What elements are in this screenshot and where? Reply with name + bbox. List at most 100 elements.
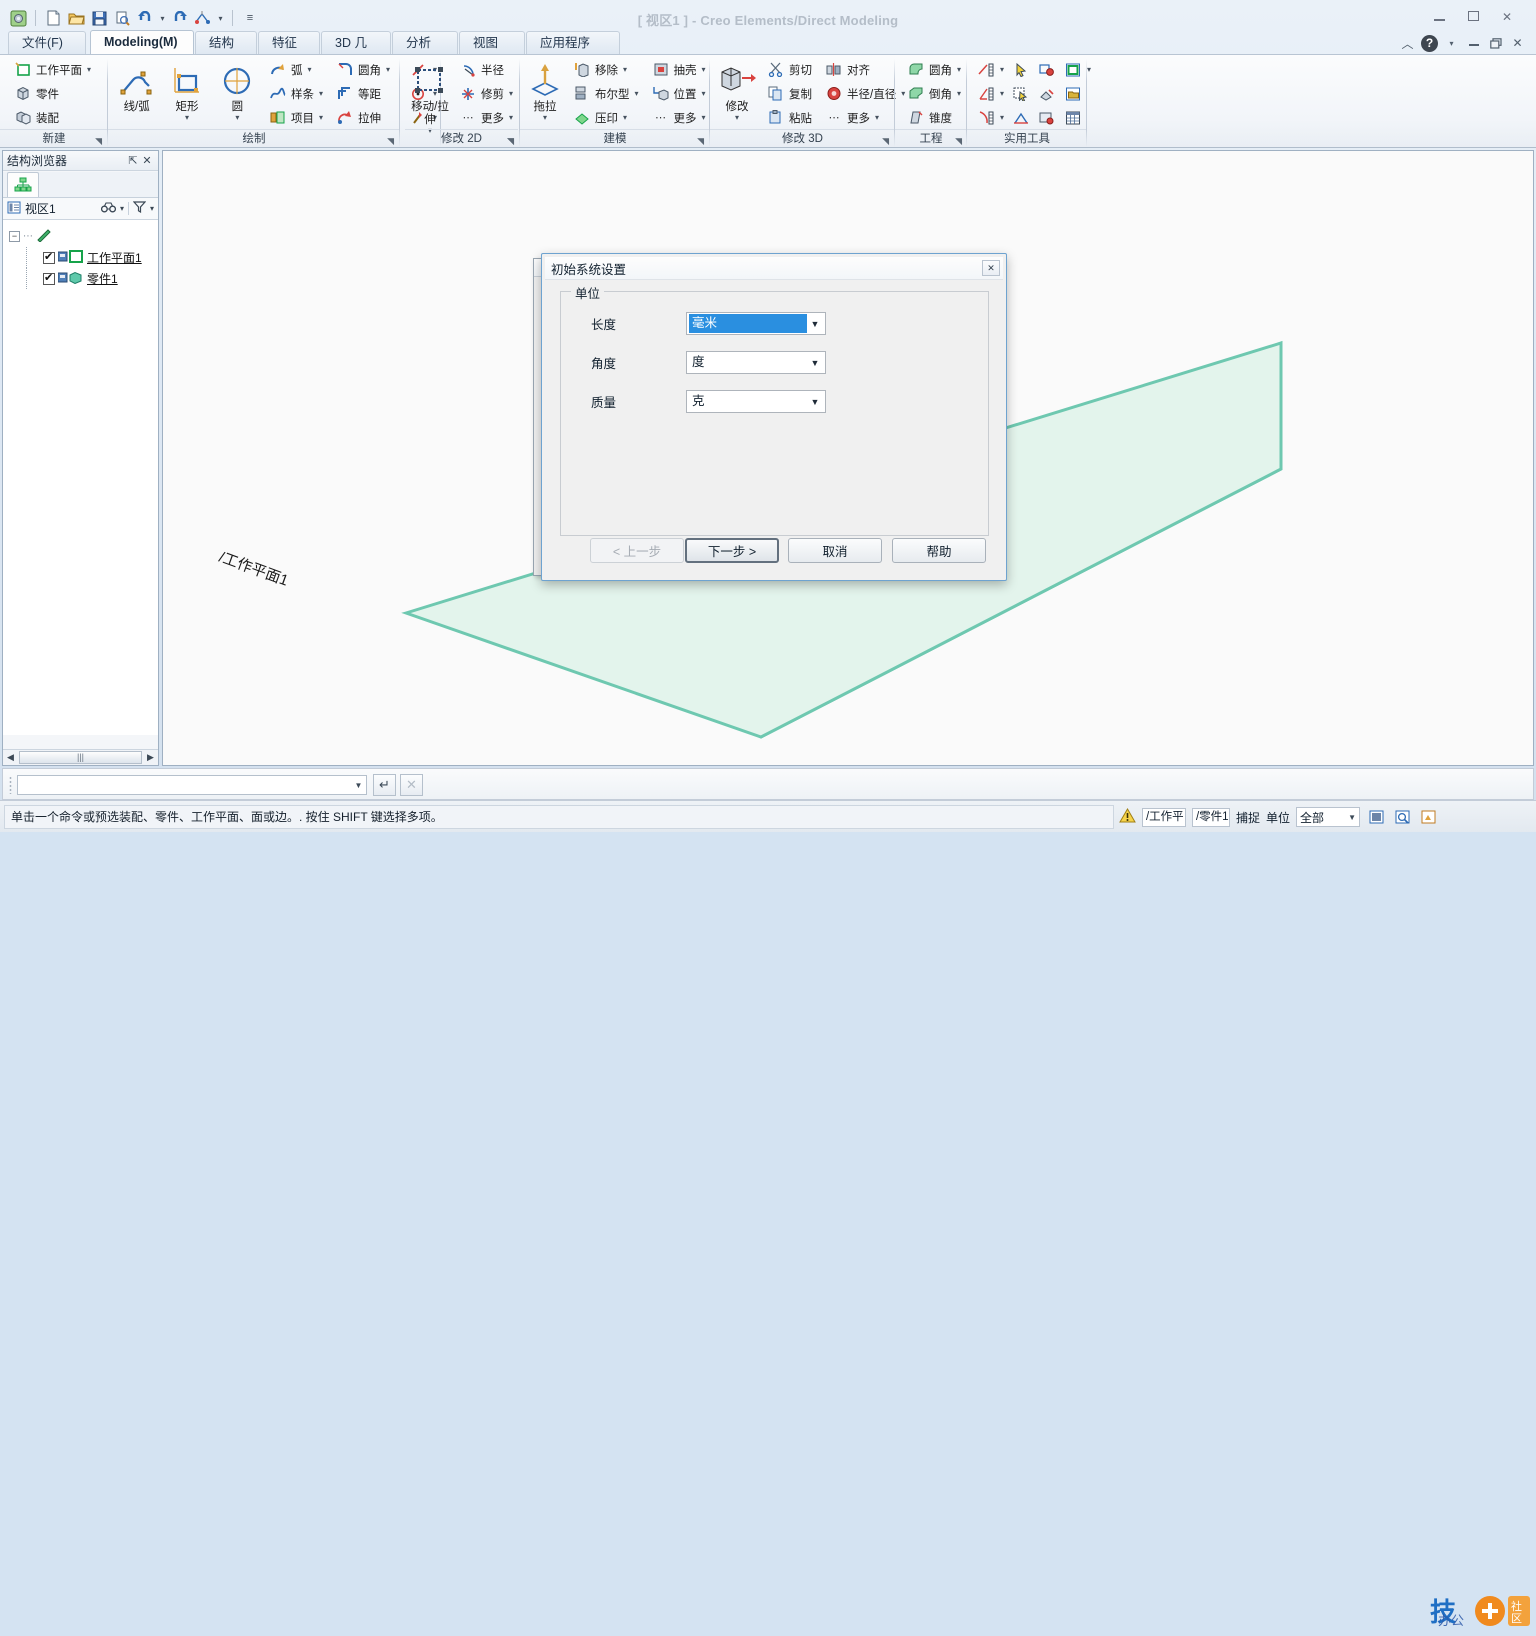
button-line-arc[interactable]: 线/弧 bbox=[114, 58, 159, 115]
button-radius-2d[interactable]: 半径 bbox=[455, 58, 517, 81]
chevron-down-icon[interactable]: ▼ bbox=[1348, 813, 1356, 822]
customize-icon[interactable]: ≡ bbox=[240, 8, 260, 28]
button-fillet-3d[interactable]: 圆角 ▾ bbox=[903, 58, 965, 81]
binoculars-icon[interactable] bbox=[100, 201, 117, 216]
tab-modeling[interactable]: Modeling(M) bbox=[90, 30, 194, 54]
tree-checkbox[interactable] bbox=[43, 250, 55, 264]
open-icon[interactable] bbox=[66, 8, 86, 28]
tab-view[interactable]: 视图(V) bbox=[459, 31, 525, 72]
button-boolean[interactable]: 布尔型 ▾ bbox=[569, 82, 643, 105]
zoom-region-icon[interactable] bbox=[1392, 807, 1412, 827]
chevron-down-icon[interactable]: ▾ bbox=[1443, 35, 1460, 52]
button-measure-distance[interactable]: ▾ bbox=[973, 58, 1008, 81]
button-assembly[interactable]: 装配 bbox=[10, 106, 95, 129]
chevron-down-icon[interactable]: ▾ bbox=[999, 65, 1004, 74]
chevron-down-icon[interactable]: ▾ bbox=[735, 114, 739, 122]
close-icon[interactable]: ✕ bbox=[140, 154, 154, 167]
chevron-down-icon[interactable]: ▾ bbox=[701, 89, 706, 98]
dialog-launcher-new[interactable]: ◥ bbox=[95, 136, 102, 147]
cancel-button[interactable]: 取消 bbox=[788, 538, 882, 563]
dialog-launcher-modify-2d[interactable]: ◥ bbox=[507, 136, 514, 147]
chevron-down-icon[interactable]: ▼ bbox=[351, 781, 366, 790]
button-extrude[interactable]: 拖拉 ▾ bbox=[526, 58, 564, 123]
undo-dropdown-icon[interactable]: ▾ bbox=[158, 8, 167, 28]
chevron-down-icon[interactable]: ▼ bbox=[807, 358, 823, 368]
angle-combobox[interactable]: 度 ▼ bbox=[686, 351, 826, 374]
chevron-down-icon[interactable]: ▾ bbox=[508, 89, 513, 98]
next-button[interactable]: 下一步 > bbox=[685, 538, 779, 563]
redo-icon[interactable] bbox=[170, 8, 190, 28]
button-offset[interactable]: 等距 bbox=[332, 82, 394, 105]
tree-root-row[interactable]: − ⋯ bbox=[9, 226, 158, 247]
status-snap-label[interactable]: 捕捉 bbox=[1236, 809, 1260, 826]
button-measure-angle[interactable]: ▾ bbox=[973, 82, 1008, 105]
child-restore-icon[interactable] bbox=[1487, 35, 1504, 52]
button-paste[interactable]: 粘贴 bbox=[763, 106, 816, 129]
chevron-down-icon[interactable]: ▾ bbox=[999, 89, 1004, 98]
dialog-launcher-engineering[interactable]: ◥ bbox=[955, 136, 962, 147]
chevron-down-icon[interactable]: ▾ bbox=[956, 89, 961, 98]
button-more-2d[interactable]: ⋯ 更多 ▾ bbox=[455, 106, 517, 129]
button-export[interactable] bbox=[1034, 82, 1060, 105]
button-chamfer[interactable]: 倒角 ▾ bbox=[903, 82, 965, 105]
length-combobox[interactable]: 毫米 ▼ bbox=[686, 312, 826, 335]
button-settings-view[interactable] bbox=[1034, 58, 1060, 81]
undo-icon[interactable] bbox=[135, 8, 155, 28]
tab-3d-geometry[interactable]: 3D 几何 bbox=[321, 31, 391, 72]
button-move-stretch[interactable]: 移动/拉伸 ▾ bbox=[410, 58, 450, 136]
tab-feature[interactable]: 特征(E) bbox=[258, 31, 320, 72]
child-close-icon[interactable]: ✕ bbox=[1509, 35, 1526, 52]
chevron-down-icon[interactable]: ▾ bbox=[318, 89, 323, 98]
tab-analysis[interactable]: 分析(Y) bbox=[392, 31, 458, 72]
dialog-launcher-draw[interactable]: ◥ bbox=[387, 136, 394, 147]
command-cancel-button[interactable]: ✕ bbox=[400, 774, 423, 796]
window-minimize-button[interactable] bbox=[1426, 10, 1452, 28]
view-options-icon[interactable] bbox=[1418, 807, 1438, 827]
tree-checkbox[interactable] bbox=[43, 271, 55, 285]
button-table[interactable] bbox=[1060, 106, 1095, 129]
chevron-down-icon[interactable]: ▾ bbox=[185, 114, 189, 122]
display-mode-icon[interactable] bbox=[1366, 807, 1386, 827]
window-maximize-button[interactable] bbox=[1460, 10, 1486, 28]
save-icon[interactable] bbox=[89, 8, 109, 28]
button-shell[interactable]: 抽壳 ▾ bbox=[648, 58, 710, 81]
back-button[interactable]: < 上一步 bbox=[590, 538, 684, 563]
button-trim[interactable]: 修剪 ▾ bbox=[455, 82, 517, 105]
app-menu-icon[interactable] bbox=[8, 8, 28, 28]
button-cut[interactable]: 剪切 bbox=[763, 58, 816, 81]
button-circle[interactable]: 圆 ▾ bbox=[215, 58, 260, 123]
dialog-close-button[interactable]: ✕ bbox=[982, 260, 1000, 276]
chevron-down-icon[interactable]: ▼ bbox=[807, 397, 823, 407]
chevron-down-icon[interactable]: ▾ bbox=[701, 65, 706, 74]
chevron-down-icon[interactable]: ▾ bbox=[634, 89, 639, 98]
button-emboss[interactable]: 压印 ▾ bbox=[569, 106, 643, 129]
button-remove[interactable]: 移除 ▾ bbox=[569, 58, 643, 81]
scroll-left-arrow[interactable]: ◀ bbox=[3, 752, 18, 763]
sketch-icon[interactable] bbox=[193, 8, 213, 28]
scroll-right-arrow[interactable]: ▶ bbox=[143, 752, 158, 763]
help-button[interactable]: 帮助 bbox=[892, 538, 986, 563]
print-preview-icon[interactable] bbox=[112, 8, 132, 28]
filter-dropdown-icon[interactable]: ▾ bbox=[150, 204, 154, 213]
chevron-up-icon[interactable]: ︿ bbox=[1399, 35, 1416, 52]
command-enter-button[interactable]: ↵ bbox=[373, 774, 396, 796]
tree-expander[interactable]: − bbox=[9, 231, 20, 242]
chevron-down-icon[interactable]: ▾ bbox=[235, 114, 239, 122]
button-arc[interactable]: 弧 ▾ bbox=[265, 58, 327, 81]
tab-structure[interactable]: 结构(S) bbox=[195, 31, 257, 72]
pin-icon[interactable]: ⇱ bbox=[126, 154, 140, 167]
button-workplane[interactable]: 工作平面 ▾ bbox=[10, 58, 95, 81]
button-rectangle[interactable]: 矩形 ▾ bbox=[164, 58, 209, 123]
chevron-down-icon[interactable]: ▾ bbox=[86, 65, 91, 74]
scroll-thumb[interactable]: ||| bbox=[19, 751, 142, 764]
sidebar-tab-structure-tree[interactable] bbox=[7, 172, 39, 197]
chevron-down-icon[interactable]: ▾ bbox=[543, 114, 547, 122]
button-modify-3d[interactable]: 修改 ▾ bbox=[716, 58, 758, 123]
chevron-down-icon[interactable]: ▾ bbox=[306, 65, 311, 74]
tree-row-workplane[interactable]: 工作平面1 bbox=[9, 247, 158, 268]
button-capture[interactable] bbox=[1034, 106, 1060, 129]
button-spline[interactable]: 样条 ▾ bbox=[265, 82, 327, 105]
command-bar-grip[interactable] bbox=[9, 776, 12, 794]
chevron-down-icon[interactable]: ▼ bbox=[807, 319, 823, 329]
help-icon[interactable]: ? bbox=[1421, 34, 1438, 52]
